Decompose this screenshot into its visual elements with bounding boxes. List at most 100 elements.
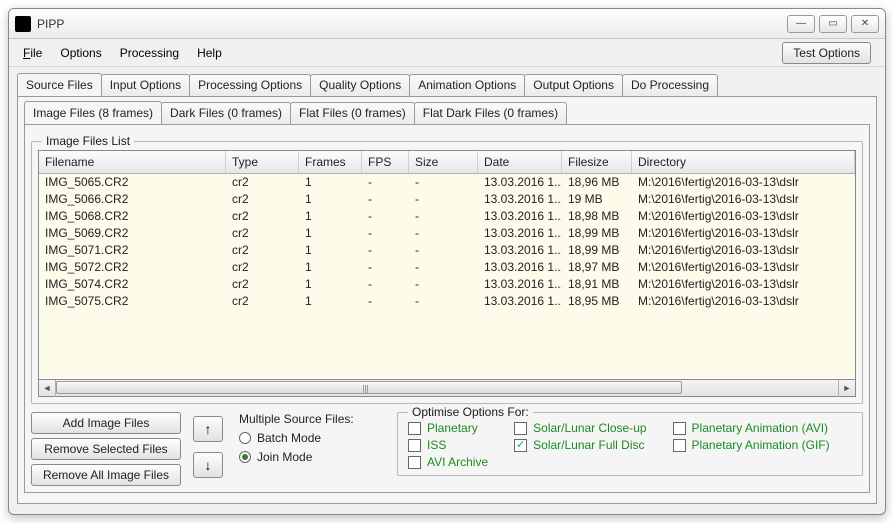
cell-filesize: 18,96 MB bbox=[562, 174, 632, 191]
cell-filename: IMG_5072.CR2 bbox=[39, 259, 226, 276]
table-row[interactable]: IMG_5075.CR2cr21--13.03.2016 1...18,95 M… bbox=[39, 293, 855, 310]
cell-filesize: 18,98 MB bbox=[562, 208, 632, 225]
cell-date: 13.03.2016 1... bbox=[478, 191, 562, 208]
add-image-files-button[interactable]: Add Image Files bbox=[31, 412, 181, 434]
subtab-flat[interactable]: Flat Files (0 frames) bbox=[290, 102, 415, 125]
checkbox-icon: ✓ bbox=[514, 439, 527, 452]
cell-filesize: 19 MB bbox=[562, 191, 632, 208]
maximize-button[interactable]: ▭ bbox=[819, 15, 847, 33]
table-row[interactable]: IMG_5066.CR2cr21--13.03.2016 1...19 MBM:… bbox=[39, 191, 855, 208]
cell-frames: 1 bbox=[299, 225, 362, 242]
menu-help[interactable]: Help bbox=[197, 46, 222, 60]
table-row[interactable]: IMG_5065.CR2cr21--13.03.2016 1...18,96 M… bbox=[39, 174, 855, 191]
window-title: PIPP bbox=[37, 17, 787, 31]
table-row[interactable]: IMG_5071.CR2cr21--13.03.2016 1...18,99 M… bbox=[39, 242, 855, 259]
cell-filesize: 18,91 MB bbox=[562, 276, 632, 293]
file-type-tabs: Image Files (8 frames)Dark Files (0 fram… bbox=[24, 101, 870, 124]
move-up-button[interactable]: ↑ bbox=[193, 416, 223, 442]
table-row[interactable]: IMG_5074.CR2cr21--13.03.2016 1...18,91 M… bbox=[39, 276, 855, 293]
column-header-size[interactable]: Size bbox=[409, 151, 478, 173]
cell-dir: M:\2016\fertig\2016-03-13\dslr bbox=[632, 242, 855, 259]
cell-date: 13.03.2016 1... bbox=[478, 208, 562, 225]
cell-size: - bbox=[409, 208, 478, 225]
tab-output-options[interactable]: Output Options bbox=[524, 74, 623, 97]
checkbox-icon bbox=[673, 422, 686, 435]
files-table[interactable]: FilenameTypeFramesFPSSizeDateFilesizeDir… bbox=[38, 150, 856, 380]
table-row[interactable]: IMG_5069.CR2cr21--13.03.2016 1...18,99 M… bbox=[39, 225, 855, 242]
table-row[interactable]: IMG_5072.CR2cr21--13.03.2016 1...18,97 M… bbox=[39, 259, 855, 276]
column-header-date[interactable]: Date bbox=[478, 151, 562, 173]
cell-filesize: 18,97 MB bbox=[562, 259, 632, 276]
checkbox-icon bbox=[514, 422, 527, 435]
minimize-button[interactable]: ― bbox=[787, 15, 815, 33]
cell-dir: M:\2016\fertig\2016-03-13\dslr bbox=[632, 225, 855, 242]
cell-fps: - bbox=[362, 208, 409, 225]
option-iss[interactable]: ISS bbox=[408, 438, 488, 452]
option-avi-archive[interactable]: AVI Archive bbox=[408, 455, 488, 469]
cell-frames: 1 bbox=[299, 293, 362, 310]
tab-source-files[interactable]: Source Files bbox=[17, 73, 102, 96]
tab-processing-options[interactable]: Processing Options bbox=[189, 74, 311, 97]
cell-fps: - bbox=[362, 293, 409, 310]
cell-size: - bbox=[409, 259, 478, 276]
checkbox-icon bbox=[408, 422, 421, 435]
subtab-flat[interactable]: Flat Dark Files (0 frames) bbox=[414, 102, 567, 125]
close-button[interactable]: ✕ bbox=[851, 15, 879, 33]
cell-frames: 1 bbox=[299, 242, 362, 259]
menu-options[interactable]: Options bbox=[60, 46, 101, 60]
move-down-button[interactable]: ↓ bbox=[193, 452, 223, 478]
cell-filesize: 18,99 MB bbox=[562, 242, 632, 259]
cell-fps: - bbox=[362, 225, 409, 242]
scroll-right-button[interactable]: ► bbox=[838, 380, 855, 397]
remove-selected-files-button[interactable]: Remove Selected Files bbox=[31, 438, 181, 460]
optimise-options-group: Optimise Options For: PlanetaryISSAVI Ar… bbox=[397, 412, 863, 476]
app-icon bbox=[15, 16, 31, 32]
cell-date: 13.03.2016 1... bbox=[478, 174, 562, 191]
column-header-filename[interactable]: Filename bbox=[39, 151, 226, 173]
horizontal-scrollbar[interactable]: ◄ ► bbox=[38, 380, 856, 397]
scroll-left-button[interactable]: ◄ bbox=[39, 380, 56, 397]
batch-mode-radio[interactable]: Batch Mode bbox=[239, 431, 385, 445]
cell-filename: IMG_5068.CR2 bbox=[39, 208, 226, 225]
subtab-dark[interactable]: Dark Files (0 frames) bbox=[161, 102, 291, 125]
column-header-filesize[interactable]: Filesize bbox=[562, 151, 632, 173]
cell-dir: M:\2016\fertig\2016-03-13\dslr bbox=[632, 293, 855, 310]
tab-quality-options[interactable]: Quality Options bbox=[310, 74, 410, 97]
option-solar-lunar-full-disc[interactable]: ✓Solar/Lunar Full Disc bbox=[514, 438, 646, 452]
cell-type: cr2 bbox=[226, 191, 299, 208]
tab-do-processing[interactable]: Do Processing bbox=[622, 74, 718, 97]
tab-animation-options[interactable]: Animation Options bbox=[409, 74, 525, 97]
checkbox-icon bbox=[408, 439, 421, 452]
cell-date: 13.03.2016 1... bbox=[478, 293, 562, 310]
cell-date: 13.03.2016 1... bbox=[478, 276, 562, 293]
option-planetary[interactable]: Planetary bbox=[408, 421, 488, 435]
remove-all-image-files-button[interactable]: Remove All Image Files bbox=[31, 464, 181, 486]
multiple-source-label: Multiple Source Files: bbox=[239, 412, 385, 426]
option-planetary-animation-avi-[interactable]: Planetary Animation (AVI) bbox=[673, 421, 830, 435]
cell-fps: - bbox=[362, 191, 409, 208]
cell-type: cr2 bbox=[226, 293, 299, 310]
menu-processing[interactable]: Processing bbox=[120, 46, 179, 60]
checkbox-icon bbox=[673, 439, 686, 452]
test-options-button[interactable]: Test Options bbox=[782, 42, 871, 64]
cell-size: - bbox=[409, 191, 478, 208]
column-header-fps[interactable]: FPS bbox=[362, 151, 409, 173]
cell-fps: - bbox=[362, 276, 409, 293]
option-solar-lunar-close-up[interactable]: Solar/Lunar Close-up bbox=[514, 421, 646, 435]
menu-file[interactable]: File bbox=[23, 46, 42, 60]
column-header-frames[interactable]: Frames bbox=[299, 151, 362, 173]
column-header-type[interactable]: Type bbox=[226, 151, 299, 173]
titlebar[interactable]: PIPP ― ▭ ✕ bbox=[9, 9, 885, 39]
app-window: PIPP ― ▭ ✕ File Options Processing Help … bbox=[8, 8, 886, 515]
table-row[interactable]: IMG_5068.CR2cr21--13.03.2016 1...18,98 M… bbox=[39, 208, 855, 225]
option-planetary-animation-gif-[interactable]: Planetary Animation (GIF) bbox=[673, 438, 830, 452]
image-files-panel: Image Files List FilenameTypeFramesFPSSi… bbox=[24, 124, 870, 493]
source-files-panel: Image Files (8 frames)Dark Files (0 fram… bbox=[17, 96, 877, 504]
join-mode-radio[interactable]: Join Mode bbox=[239, 450, 385, 464]
tab-input-options[interactable]: Input Options bbox=[101, 74, 190, 97]
subtab-image[interactable]: Image Files (8 frames) bbox=[24, 101, 162, 124]
group-title: Image Files List bbox=[42, 134, 134, 148]
scroll-thumb[interactable] bbox=[56, 381, 682, 394]
column-header-directory[interactable]: Directory bbox=[632, 151, 855, 173]
cell-size: - bbox=[409, 174, 478, 191]
